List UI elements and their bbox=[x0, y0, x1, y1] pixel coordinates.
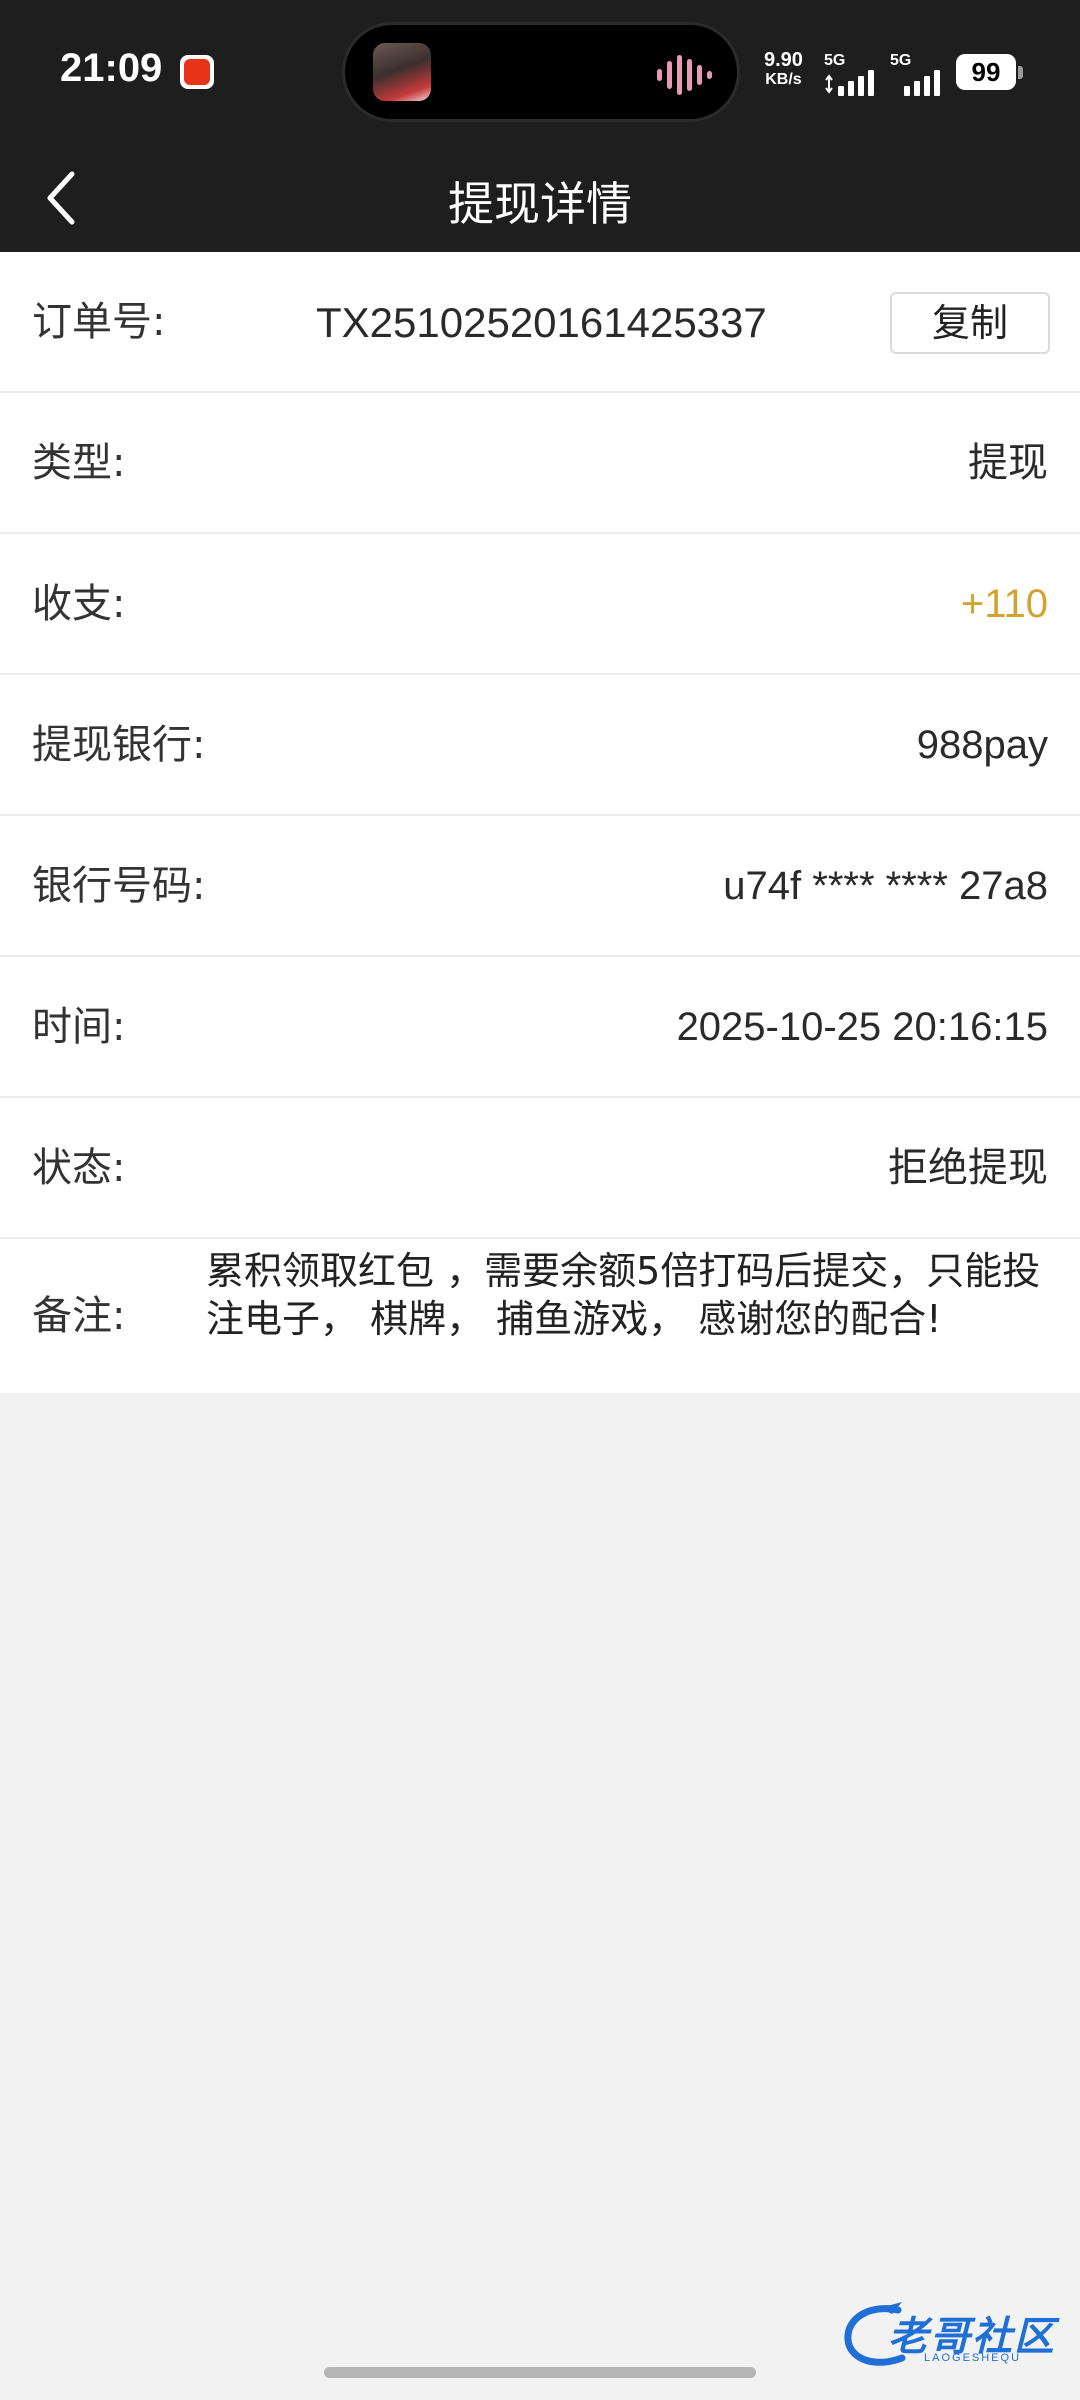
type-value: 提现 bbox=[968, 441, 1048, 485]
app-notification-icon bbox=[180, 55, 214, 89]
copy-button[interactable]: 复制 bbox=[890, 292, 1050, 354]
order-label: 订单号: bbox=[32, 299, 166, 345]
amount-value: +110 bbox=[960, 582, 1048, 626]
type-label: 类型: bbox=[32, 440, 126, 486]
nav-bar: 提现详情 bbox=[0, 140, 1080, 252]
status-time: 21:09 bbox=[60, 46, 163, 90]
remark-label: 备注: bbox=[32, 1293, 126, 1339]
amount-label: 收支: bbox=[32, 581, 126, 627]
remark-text: 累积领取红包 ，需要余额5倍打码后提交，只能投注电子， 棋牌， 捕鱼游戏， 感谢… bbox=[206, 1249, 1041, 1341]
status-label: 状态: bbox=[32, 1145, 126, 1191]
detail-row-amount: 收支: +110 bbox=[0, 534, 1080, 675]
battery-tip bbox=[1018, 66, 1023, 79]
status-bar: 21:09 9.90 KB/s 5G 5G 99 bbox=[0, 0, 1080, 140]
detail-row-bank: 提现银行: 988pay bbox=[0, 675, 1080, 816]
watermark-subtext: LAOGESHEQU bbox=[924, 2352, 1022, 2364]
watermark-logo: 老哥社区 LAOGESHEQU bbox=[840, 2300, 1070, 2372]
account-label: 银行号码: bbox=[32, 863, 206, 909]
audio-wave-icon bbox=[657, 55, 712, 95]
bank-label: 提现银行: bbox=[32, 722, 206, 768]
account-value: u74f **** **** 27a8 bbox=[723, 864, 1048, 908]
page-title: 提现详情 bbox=[448, 177, 632, 231]
time-label: 时间: bbox=[32, 1004, 126, 1050]
status-value: 拒绝提现 bbox=[888, 1146, 1048, 1190]
dynamic-island[interactable] bbox=[342, 22, 740, 122]
bank-value: 988pay bbox=[916, 723, 1048, 767]
detail-row-type: 类型: 提现 bbox=[0, 393, 1080, 534]
battery-icon: 99 bbox=[956, 54, 1016, 90]
media-thumbnail bbox=[373, 43, 431, 101]
signal-2-label: 5G bbox=[890, 52, 912, 69]
signal-1-label: 5G bbox=[824, 52, 846, 69]
detail-row-account: 银行号码: u74f **** **** 27a8 bbox=[0, 816, 1080, 957]
detail-row-status: 状态: 拒绝提现 bbox=[0, 1098, 1080, 1239]
network-speed: 9.90 KB/s bbox=[764, 50, 803, 90]
status-indicators: 9.90 KB/s 5G 5G 99 bbox=[764, 50, 1064, 96]
home-indicator[interactable] bbox=[324, 2367, 756, 2378]
withdraw-detail-list: 订单号: TX25102520161425337 复制 类型: 提现 收支: +… bbox=[0, 252, 1080, 1393]
network-speed-value: 9.90 bbox=[764, 49, 803, 71]
network-speed-unit: KB/s bbox=[765, 71, 802, 88]
detail-row-order: 订单号: TX25102520161425337 复制 bbox=[0, 252, 1080, 393]
time-value: 2025-10-25 20:16:15 bbox=[676, 1005, 1048, 1049]
order-number: TX25102520161425337 bbox=[316, 299, 767, 346]
detail-row-time: 时间: 2025-10-25 20:16:15 bbox=[0, 957, 1080, 1098]
detail-row-remark: 备注: 累积领取红包 ，需要余额5倍打码后提交，只能投注电子， 棋牌， 捕鱼游戏… bbox=[0, 1239, 1080, 1393]
